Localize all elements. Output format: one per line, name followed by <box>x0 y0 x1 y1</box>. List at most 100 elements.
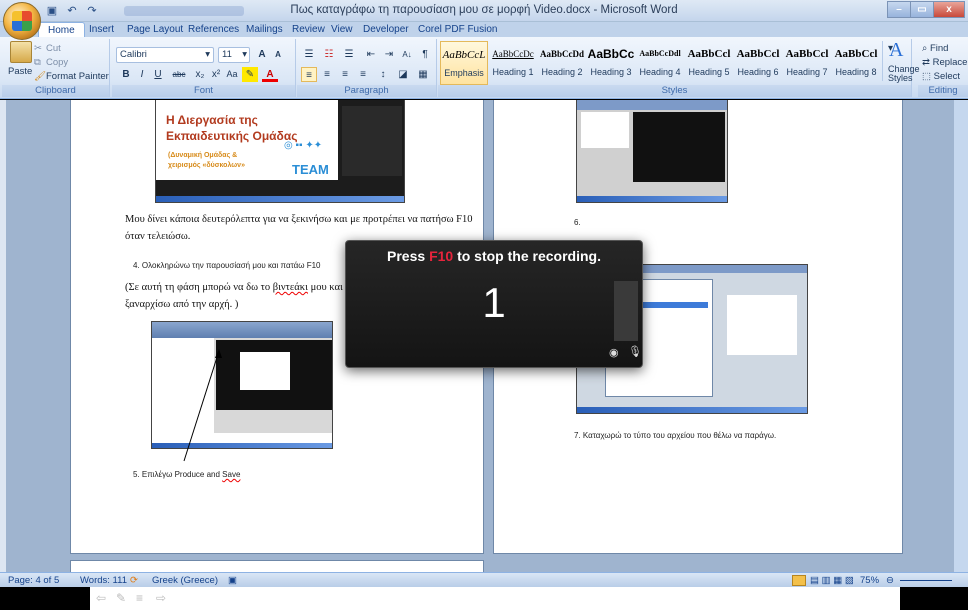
pen-icon[interactable]: ✎ <box>116 591 126 605</box>
recorder-toolbar: ⇦ ✎ ≡ ⇨ <box>90 587 900 610</box>
style-preview: AaBbCcl <box>736 48 780 60</box>
copy-button[interactable]: Copy <box>46 57 68 68</box>
slide-team: TEAM <box>292 162 329 177</box>
style-heading-1[interactable]: AaBbCcDc Heading 1 <box>489 41 537 85</box>
font-color-icon[interactable]: A <box>262 67 278 82</box>
format-painter-button[interactable]: Format Painter <box>46 71 109 82</box>
paragraph-1-line-2: όταν τελειώσω. <box>125 231 191 242</box>
subscript-icon[interactable]: x₂ <box>192 67 208 82</box>
view-icons[interactable]: ▤ ▥ ▦ ▧ <box>810 575 854 586</box>
print-layout-icon[interactable] <box>792 575 806 586</box>
paste-button[interactable]: Paste <box>8 66 32 77</box>
style-emphasis[interactable]: AaBbCcL Emphasis <box>440 41 488 85</box>
multilevel-list-icon[interactable]: ☰ <box>341 47 357 62</box>
find-button[interactable]: ⌕ Find <box>922 43 948 54</box>
tab-mailings[interactable]: Mailings <box>246 24 283 35</box>
borders-icon[interactable]: ▦ <box>415 67 431 82</box>
step-7: 7. Καταχωρώ το τύπο του αρχείου που θέλω… <box>574 431 777 440</box>
document-page-next[interactable] <box>70 560 484 572</box>
decrease-indent-icon[interactable]: ⇤ <box>363 47 379 62</box>
align-left-icon[interactable]: ≡ <box>301 67 317 82</box>
tab-corel-pdf-fusion[interactable]: Corel PDF Fusion <box>418 24 497 35</box>
italic-icon[interactable]: I <box>134 67 150 82</box>
paragraph-group: ☰ ☷ ☰ ⇤ ⇥ A↓ ¶ ≡ ≡ ≡ ≡ ↕ ◪ ▦ Paragraph <box>297 39 437 97</box>
close-button[interactable]: x <box>933 1 965 18</box>
countdown-number: 1 <box>482 279 506 326</box>
misspelled-word: βιντεάκι <box>272 282 308 293</box>
chevron-down-icon: ▾ <box>242 49 247 60</box>
bold-icon[interactable]: B <box>118 67 134 82</box>
menu-icon[interactable]: ≡ <box>136 591 143 605</box>
zoom-level[interactable]: 75% <box>860 575 879 586</box>
back-icon[interactable]: ⇦ <box>96 591 106 605</box>
proofing-icon[interactable]: ⟳ <box>130 575 138 586</box>
highlight-icon[interactable]: ✎ <box>242 67 258 82</box>
tab-home[interactable]: Home <box>38 22 85 38</box>
microphone-icon: 🎙 <box>628 346 642 358</box>
page-count[interactable]: Page: 4 of 5 <box>8 575 59 586</box>
cut-button[interactable]: Cut <box>46 43 61 54</box>
underline-icon[interactable]: U <box>150 67 166 82</box>
zoom-out-icon[interactable]: ⊖ <box>886 575 894 586</box>
style-name: Heading 3 <box>590 67 632 77</box>
produce-screenshot <box>151 321 333 449</box>
superscript-icon[interactable]: x² <box>208 67 224 82</box>
bullets-icon[interactable]: ☰ <box>301 47 317 62</box>
word-count[interactable]: Words: 111 <box>80 575 127 586</box>
font-name-select[interactable]: Calibri ▾ <box>116 47 214 63</box>
align-right-icon[interactable]: ≡ <box>337 67 353 82</box>
tab-review[interactable]: Review <box>292 24 325 35</box>
show-marks-icon[interactable]: ¶ <box>417 47 433 62</box>
replace-label: Replace <box>932 57 968 68</box>
styles-group: AaBbCcL Emphasis AaBbCcDc Heading 1 AaBb… <box>438 39 912 97</box>
style-heading-8[interactable]: AaBbCcl Heading 8 <box>832 41 880 85</box>
tab-insert[interactable]: Insert <box>89 24 114 35</box>
replace-button[interactable]: ⇄ Replace <box>922 57 967 68</box>
style-preview: AaBbCcDdl <box>639 49 681 58</box>
tab-references[interactable]: References <box>188 24 239 35</box>
style-name: Heading 1 <box>492 67 534 77</box>
language[interactable]: Greek (Greece) <box>152 575 218 586</box>
change-styles-button[interactable]: Change Styles <box>888 65 920 83</box>
office-button[interactable] <box>3 2 41 40</box>
increase-indent-icon[interactable]: ⇥ <box>381 47 397 62</box>
macro-icon[interactable]: ▣ <box>228 575 237 586</box>
style-heading-3[interactable]: AaBbCc Heading 3 <box>587 41 635 85</box>
line-spacing-icon[interactable]: ↕ <box>375 67 391 82</box>
select-button[interactable]: ⬚ Select <box>922 71 960 82</box>
shrink-font-icon[interactable]: A <box>270 47 286 62</box>
styles-label: Styles <box>438 85 911 97</box>
minimize-button[interactable]: – <box>887 1 911 18</box>
style-heading-7[interactable]: AaBbCcl Heading 7 <box>783 41 831 85</box>
tab-view[interactable]: View <box>331 24 353 35</box>
style-heading-2[interactable]: AaBbCcDd Heading 2 <box>538 41 586 85</box>
paste-icon[interactable] <box>10 41 32 63</box>
sort-icon[interactable]: A↓ <box>399 47 415 62</box>
shading-icon[interactable]: ◪ <box>395 67 411 82</box>
people-icon: ◎ ▪▪ ✦✦ <box>284 140 323 151</box>
font-group: Calibri ▾ 11 ▾ A A B I U abc x₂ x² Aa ✎ … <box>112 39 296 97</box>
style-heading-4[interactable]: AaBbCcDdl Heading 4 <box>636 41 684 85</box>
style-heading-6[interactable]: AaBbCcl Heading 6 <box>734 41 782 85</box>
tab-page-layout[interactable]: Page Layout <box>127 24 183 35</box>
change-case-icon[interactable]: Aa <box>224 67 240 82</box>
maximize-button[interactable]: ▭ <box>910 1 934 18</box>
style-heading-5[interactable]: AaBbCcl Heading 5 <box>685 41 733 85</box>
justify-icon[interactable]: ≡ <box>355 67 371 82</box>
zoom-slider[interactable] <box>900 580 952 581</box>
screenshot-map <box>727 295 797 355</box>
grow-font-icon[interactable]: A <box>254 47 270 62</box>
vertical-scrollbar[interactable] <box>954 100 968 572</box>
font-size-select[interactable]: 11 ▾ <box>218 47 250 63</box>
font-size-value: 11 <box>222 49 232 60</box>
tab-developer[interactable]: Developer <box>363 24 409 35</box>
numbering-icon[interactable]: ☷ <box>321 47 337 62</box>
forward-icon[interactable]: ⇨ <box>156 591 166 605</box>
style-preview: AaBbCcDd <box>539 49 584 59</box>
align-center-icon[interactable]: ≡ <box>319 67 335 82</box>
taskbar-strip <box>577 407 807 413</box>
style-name: Heading 7 <box>786 67 828 77</box>
style-preview: AaBbCcl <box>785 48 829 60</box>
step-6: 6. <box>574 218 581 227</box>
strikethrough-icon[interactable]: abc <box>168 67 190 82</box>
